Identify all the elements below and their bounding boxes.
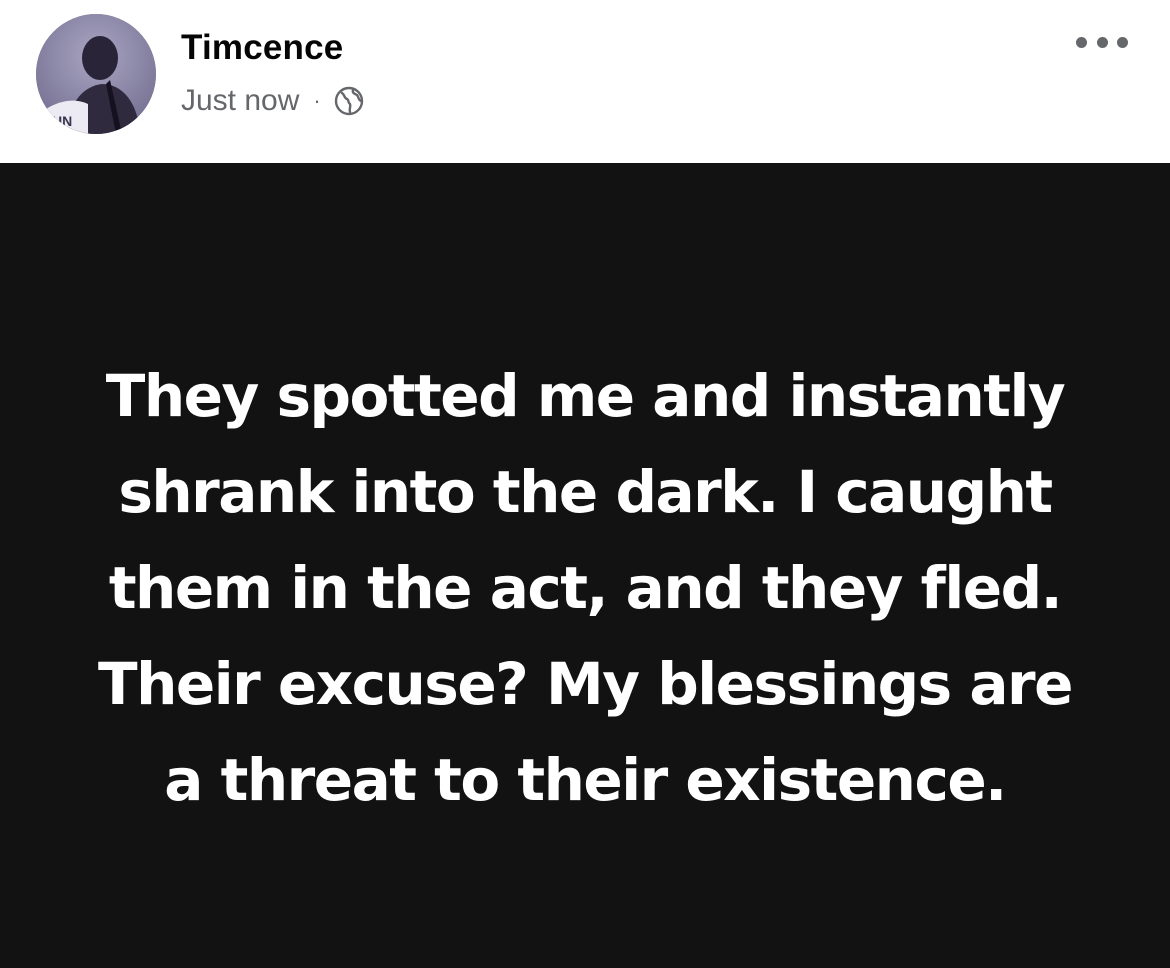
post-body: They spotted me and instantly shrank int… — [0, 163, 1170, 968]
avatar[interactable]: UN — [36, 14, 156, 134]
author-name[interactable]: Timcence — [181, 28, 343, 68]
post-text: They spotted me and instantly shrank int… — [98, 362, 1073, 814]
post-header: UN Timcence Just now · — [0, 0, 1170, 163]
more-options-icon — [1117, 36, 1128, 48]
post-meta: Just now · — [181, 84, 365, 118]
separator-dot: · — [313, 88, 321, 113]
svg-text:UN: UN — [52, 113, 72, 129]
avatar-photo: UN — [36, 14, 156, 134]
globe-icon[interactable] — [333, 85, 365, 117]
more-options-icon — [1076, 36, 1087, 48]
timestamp[interactable]: Just now — [181, 84, 299, 118]
more-options-button[interactable] — [1076, 30, 1128, 54]
more-options-icon — [1096, 36, 1108, 48]
post-card: UN Timcence Just now · They spotted me a… — [0, 0, 1170, 968]
